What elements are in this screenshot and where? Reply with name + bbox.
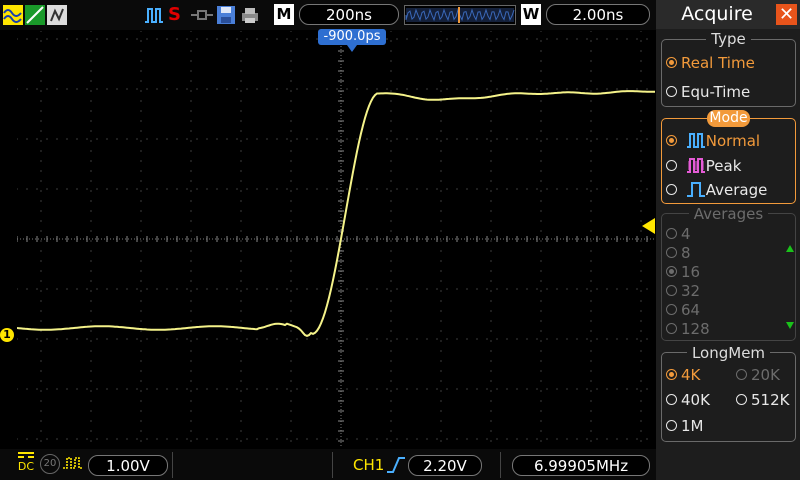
radio-icon [666,86,677,97]
scroll-up-icon[interactable] [786,245,794,252]
scroll-down-icon[interactable] [786,322,794,329]
longmem-option-4k[interactable]: 4K [666,365,700,385]
waveform-display [17,31,655,447]
type-option-real-time[interactable]: Real Time [666,53,755,73]
type-group-title: Type [706,30,751,48]
mode-option-peak[interactable]: Peak [666,156,741,176]
longmem-option-512k[interactable]: 512K [736,390,789,410]
normal-mode-icon [686,133,705,148]
trigger-position-arrow[interactable] [347,45,357,52]
printer-icon[interactable] [240,5,260,25]
radio-selected-icon [666,57,677,68]
close-button[interactable]: ✕ [776,4,797,25]
invert-icon [63,457,83,469]
trigger-status: S [168,4,181,25]
averages-option-128: 128 [666,319,710,339]
frequency-counter-value: 6.99905MHz [512,455,650,476]
average-mode-icon [686,182,705,197]
averages-option-64: 64 [666,300,700,320]
bandwidth-limit-icon: 20 [40,454,60,474]
averages-option-8: 8 [666,243,691,263]
rising-edge-icon [387,457,405,473]
main-timebase-label: M [274,4,294,25]
averages-group: Averages 4 8 16 32 64 128 [661,205,796,341]
averages-option-16: 16 [666,262,700,282]
mode-option-average[interactable]: Average [666,180,767,200]
trigger-level-value[interactable]: 2.20V [408,455,482,476]
radio-selected-icon [666,135,677,146]
peak-mode-icon [686,158,705,173]
ch1-ground-marker[interactable]: 1 [0,328,14,342]
radio-icon [666,184,677,195]
radio-icon [666,160,677,171]
averages-group-title: Averages [688,205,769,223]
probe-icon [191,10,213,20]
print-icon[interactable] [47,5,67,25]
top-status-bar: S M 200ns W 2.00ns [0,0,656,30]
window-timebase-label: W [521,4,541,25]
coupling-indicator: DC [16,452,36,474]
save-icon[interactable] [216,5,236,25]
cursor-icon[interactable] [25,5,45,25]
averages-option-4: 4 [666,224,691,244]
mode-group[interactable]: Mode Normal Peak Average [661,110,796,204]
timebase-value[interactable]: 200ns [299,4,399,25]
type-option-equ-time[interactable]: Equ-Time [666,82,750,102]
trigger-offset-label: -900.0ps [318,29,386,45]
longmem-group[interactable]: LongMem 4K 20K 40K 512K 1M [661,344,796,442]
longmem-option-1m[interactable]: 1M [666,416,704,436]
longmem-group-title: LongMem [686,344,771,362]
longmem-option-40k[interactable]: 40K [666,390,710,410]
type-group[interactable]: Type Real Time Equ-Time [661,30,796,107]
panel-title: Acquire [681,3,753,25]
trigger-level-marker[interactable] [642,218,655,234]
mode-group-title: Mode [707,110,750,127]
waveform-icon[interactable] [3,5,23,25]
window-timebase-value[interactable]: 2.00ns [546,4,650,25]
trigger-source: CH1 [353,456,385,474]
coupling-label: DC [17,460,35,473]
longmem-option-20k[interactable]: 20K [736,365,780,385]
acquire-normal-icon [145,8,163,23]
memory-window-indicator [404,5,516,25]
averages-option-32: 32 [666,281,700,301]
mode-option-normal[interactable]: Normal [666,131,760,151]
ch1-scale-value[interactable]: 1.00V [88,455,168,476]
